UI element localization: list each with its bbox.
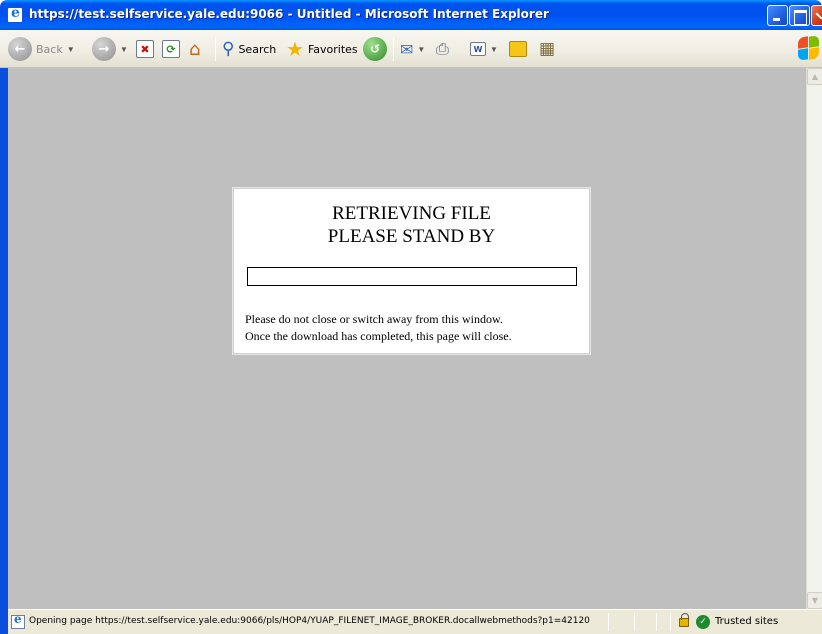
security-zone-label[interactable]: Trusted sites (715, 616, 778, 627)
status-separator (634, 613, 635, 631)
favorites-button[interactable]: ★ Favorites (286, 30, 358, 68)
heading-line-2: PLEASE STAND BY (327, 226, 496, 247)
minimize-button[interactable] (767, 5, 788, 26)
forward-button[interactable]: → ▼ (92, 30, 128, 68)
notes-button[interactable] (509, 30, 527, 68)
maximize-button[interactable] (789, 5, 810, 26)
print-icon: ⎙ (436, 39, 449, 58)
chevron-down-icon[interactable]: ▼ (67, 45, 75, 54)
edit-button[interactable]: W ▼ (470, 30, 498, 68)
chevron-down-icon[interactable]: ▼ (417, 45, 425, 54)
heading-line-1: RETRIEVING FILE (332, 203, 491, 224)
search-button[interactable]: ⚲ Search (222, 30, 276, 68)
home-button[interactable]: ⌂ (189, 30, 200, 68)
print-button[interactable]: ⎙ (436, 30, 449, 68)
status-separator (608, 613, 609, 631)
download-progress-bar (247, 267, 577, 286)
home-icon: ⌂ (189, 38, 201, 60)
chevron-down-icon[interactable]: ▼ (490, 45, 498, 54)
status-bar: Opening page https://test.selfservice.ya… (8, 609, 822, 634)
history-button[interactable]: ↺ (363, 30, 387, 68)
ie-page-icon[interactable] (7, 5, 23, 23)
refresh-button[interactable]: ⟳ (162, 30, 180, 68)
history-icon: ↺ (363, 37, 387, 61)
back-label: Back (36, 42, 63, 56)
stop-button[interactable]: ✖ (136, 30, 154, 68)
panel-heading: RETRIEVING FILE PLEASE STAND BY (233, 202, 590, 248)
back-button[interactable]: ← Back ▼ (8, 30, 75, 68)
standard-toolbar: ← Back ▼ → ▼ ✖ ⟳ ⌂ ⚲ Search ★ Favorites … (0, 30, 822, 68)
stop-icon: ✖ (136, 40, 154, 58)
status-text: Opening page https://test.selfservice.ya… (29, 616, 590, 626)
research-button[interactable]: ▦ (539, 30, 555, 68)
refresh-icon: ⟳ (162, 40, 180, 58)
status-separator (670, 613, 671, 631)
toolbar-separator (215, 37, 216, 61)
panel-message: Please do not close or switch away from … (245, 311, 585, 345)
retrieving-file-panel: RETRIEVING FILE PLEASE STAND BY Please d… (232, 187, 591, 355)
research-icon: ▦ (539, 39, 556, 59)
vertical-scrollbar[interactable]: ▲ ▼ (806, 68, 822, 609)
window-title: https://test.selfservice.yale.edu:9066 -… (29, 7, 549, 21)
search-icon: ⚲ (222, 39, 235, 59)
chevron-down-icon[interactable]: ▼ (120, 45, 128, 54)
scroll-down-icon[interactable]: ▼ (807, 592, 822, 609)
favorites-star-icon: ★ (286, 37, 304, 61)
window-title-bar[interactable]: https://test.selfservice.yale.edu:9066 -… (0, 0, 822, 30)
forward-icon: → (92, 37, 116, 61)
scroll-up-icon[interactable]: ▲ (807, 68, 822, 85)
windows-logo-icon (796, 35, 820, 62)
search-label: Search (238, 42, 277, 56)
close-button[interactable] (811, 5, 822, 26)
favorites-label: Favorites (307, 42, 358, 56)
mail-icon: ✉ (400, 39, 414, 59)
mail-button[interactable]: ✉ ▼ (400, 30, 425, 68)
back-icon: ← (8, 37, 32, 61)
window-frame-left (0, 68, 8, 634)
edit-icon: W (470, 42, 486, 56)
message-line-2: Once the download has completed, this pa… (245, 329, 512, 343)
check-shield-icon: ✓ (696, 615, 710, 629)
divider (235, 298, 588, 299)
notes-icon (509, 41, 527, 57)
toolbar-separator (393, 37, 394, 61)
lock-icon[interactable] (679, 613, 689, 627)
status-separator (656, 613, 657, 631)
page-loading-icon (11, 612, 25, 629)
message-line-1: Please do not close or switch away from … (245, 312, 503, 326)
